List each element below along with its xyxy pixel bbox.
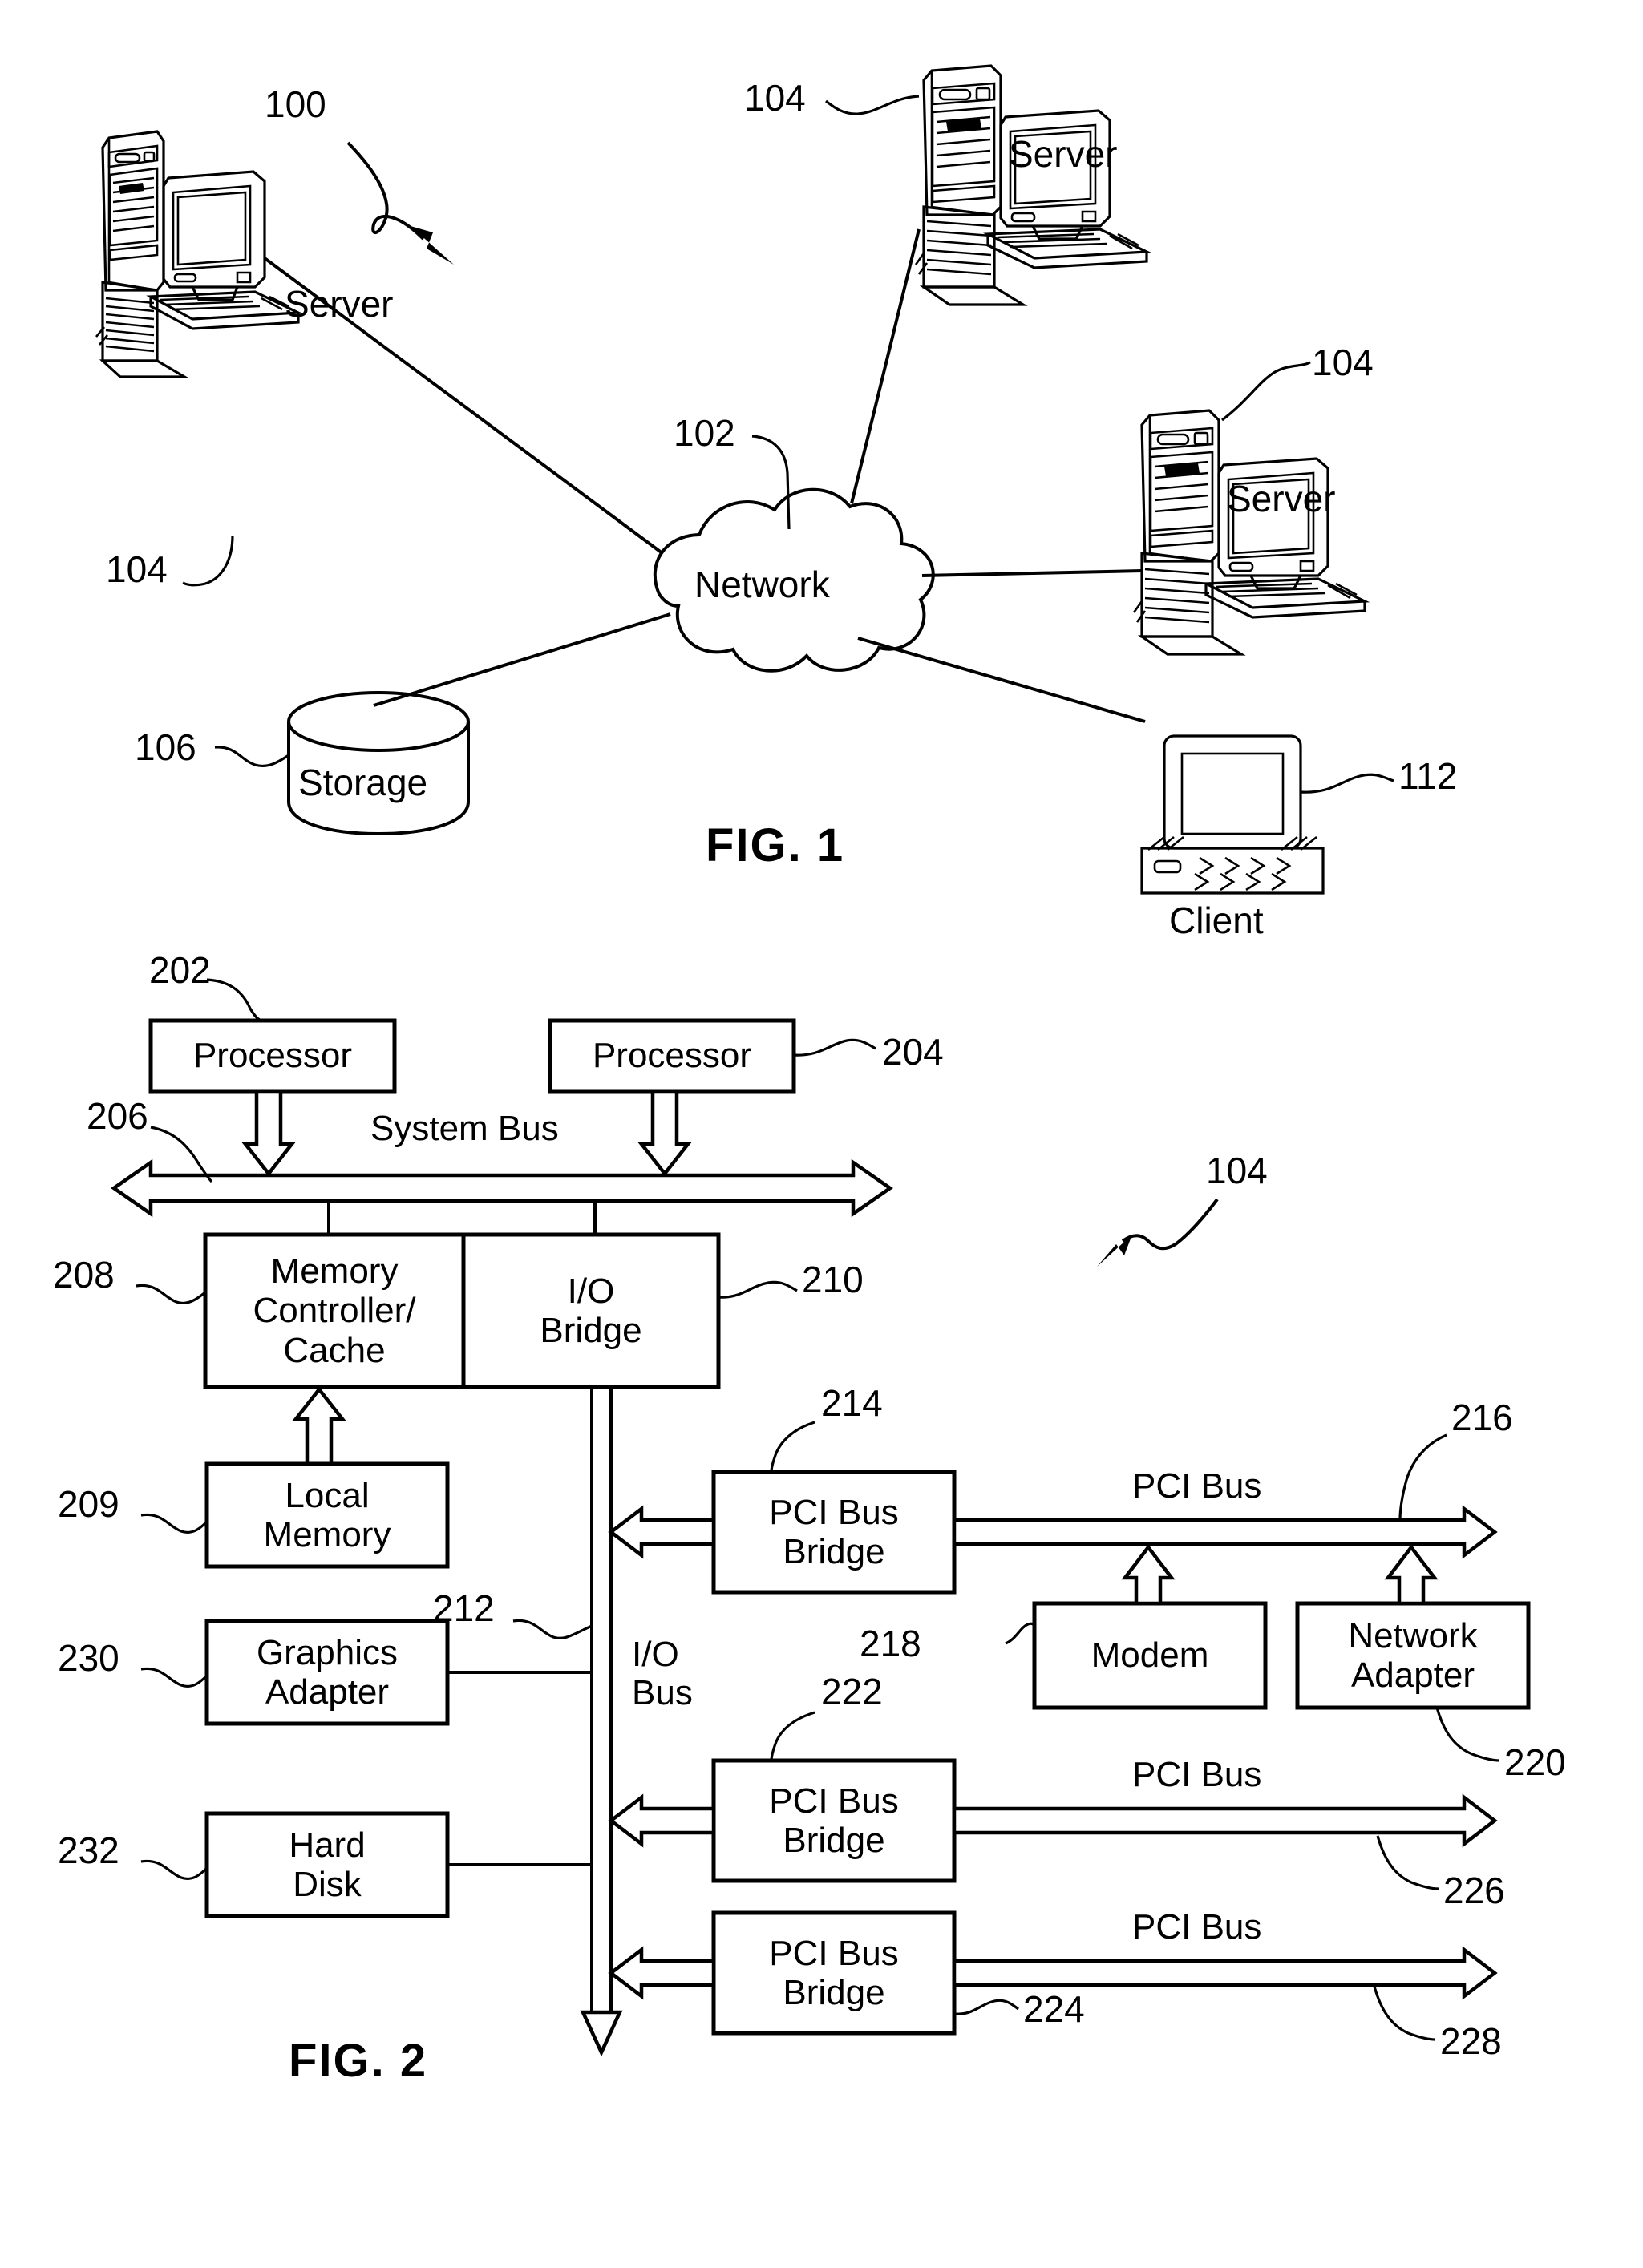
ref-202-leader [206,978,262,1022]
ref-226-leader [1376,1835,1439,1890]
ref-212: 212 [433,1587,495,1629]
io-bridge-label: I/O Bridge [540,1271,642,1350]
ref-208: 208 [53,1254,115,1296]
ref-228: 228 [1440,2020,1502,2062]
ref-112: 112 [1398,755,1458,797]
proc1-to-bus-arrow [241,1089,296,1177]
ref-210-leader [718,1280,798,1299]
ref-104-left: 104 [106,548,168,590]
local-memory-label: Local Memory [263,1475,391,1554]
pci-bus-bridge-2-label: PCI Bus Bridge [769,1781,899,1860]
graphics-adapter-label: Graphics Adapter [256,1632,399,1712]
server-bottom-right-graphic [1132,409,1370,656]
server-left-graphic [95,130,304,378]
ref-106: 106 [135,726,196,768]
fig1-title: FIG. 1 [706,819,845,871]
server-bottom-right-label: Server [1227,478,1336,519]
storage-label: Storage [298,762,428,803]
proc2-to-bus-arrow [637,1089,692,1177]
io-bus-label: I/O Bus [632,1635,693,1712]
system-bus-label: System Bus [370,1109,559,1148]
ref-209: 209 [58,1483,119,1525]
ref-214-leader [770,1421,815,1473]
fig1-connectors [263,228,1146,723]
fig1-artwork [95,64,1394,895]
ref-230-leader [140,1667,208,1688]
client-computer-graphic [1140,734,1325,895]
ref-104-bottom-right: 104 [1312,342,1374,383]
ref-210: 210 [802,1259,864,1300]
ref-224-leader [953,1999,1019,2015]
ref-226: 226 [1443,1870,1505,1911]
ref-102: 102 [674,412,735,454]
ref-104-fig2: 104 [1206,1150,1268,1191]
ref-100: 100 [265,83,326,125]
ref-232: 232 [58,1829,119,1871]
ref-204-leader [793,1038,876,1057]
ref-206: 206 [87,1095,148,1137]
ref-224: 224 [1023,1988,1085,2030]
ref-220: 220 [1504,1741,1566,1783]
ref-222-leader [770,1711,815,1761]
ref-104-fig2-leader [1097,1198,1219,1267]
ref-104-top-right: 104 [744,77,806,119]
memory-controller-cache-label: Memory Controller/ Cache [253,1251,416,1370]
ref-102-leader [751,435,791,530]
modem-label: Modem [1091,1635,1209,1676]
pci-bus-1-label: PCI Bus [1132,1466,1262,1506]
pci-bus-2-arrow [952,1793,1498,1848]
bridge1-to-iobus-arrow [608,1505,716,1559]
system-bus-arrow [111,1158,893,1218]
io-bus-down-arrowhead [580,2010,623,2057]
ref-209-leader [140,1513,208,1534]
client-label: Client [1169,900,1264,941]
network-label: Network [694,564,830,605]
ref-228-leader [1373,1986,1436,2041]
pci-bus-2-label: PCI Bus [1132,1755,1262,1794]
ref-212-leader [512,1619,593,1639]
processor-1-label: Processor [192,1036,353,1076]
pci-bus-bridge-3-label: PCI Bus Bridge [769,1933,899,2012]
patent-drawing-sheet: .ln { stroke:#000; fill:none; stroke-wid… [0,0,1643,2268]
ref-218: 218 [860,1623,921,1664]
pci-bus-bridge-1-label: PCI Bus Bridge [769,1492,899,1571]
ref-232-leader [140,1859,208,1880]
adapter-to-pcibus-arrow [1384,1544,1439,1606]
ref-222: 222 [821,1671,883,1712]
modem-to-pcibus-arrow [1121,1544,1176,1606]
ref-214: 214 [821,1382,883,1424]
ref-220-leader [1435,1707,1500,1762]
hard-disk-label: Hard Disk [289,1825,366,1904]
ref-202: 202 [149,949,211,991]
server-top-right-label: Server [1009,133,1118,175]
ref-106-leader [214,746,289,767]
ref-230: 230 [58,1637,119,1679]
ref-104-bottomright-leader [1221,361,1311,422]
ref-112-leader [1300,773,1394,794]
ref-208-leader [136,1284,206,1304]
server-top-right-graphic [914,64,1152,306]
bridge2-to-iobus-arrow [608,1793,716,1848]
ref-218-leader [1005,1622,1037,1645]
ref-104-left-leader [182,535,234,587]
processor-2-label: Processor [592,1036,752,1076]
pci-bus-3-label: PCI Bus [1132,1907,1262,1947]
server-left-label: Server [285,283,394,325]
ref-104-topright-leader [825,95,920,115]
ref-216: 216 [1451,1397,1513,1438]
fig2-title: FIG. 2 [289,2035,428,2087]
network-adapter-label: Network Adapter [1348,1615,1478,1695]
ref-216-leader [1398,1433,1447,1521]
ref-204: 204 [882,1031,944,1073]
localmem-to-mem-arrow [292,1386,346,1466]
bridge3-to-iobus-arrow [608,1946,716,2000]
ref-100-leader [346,141,454,265]
